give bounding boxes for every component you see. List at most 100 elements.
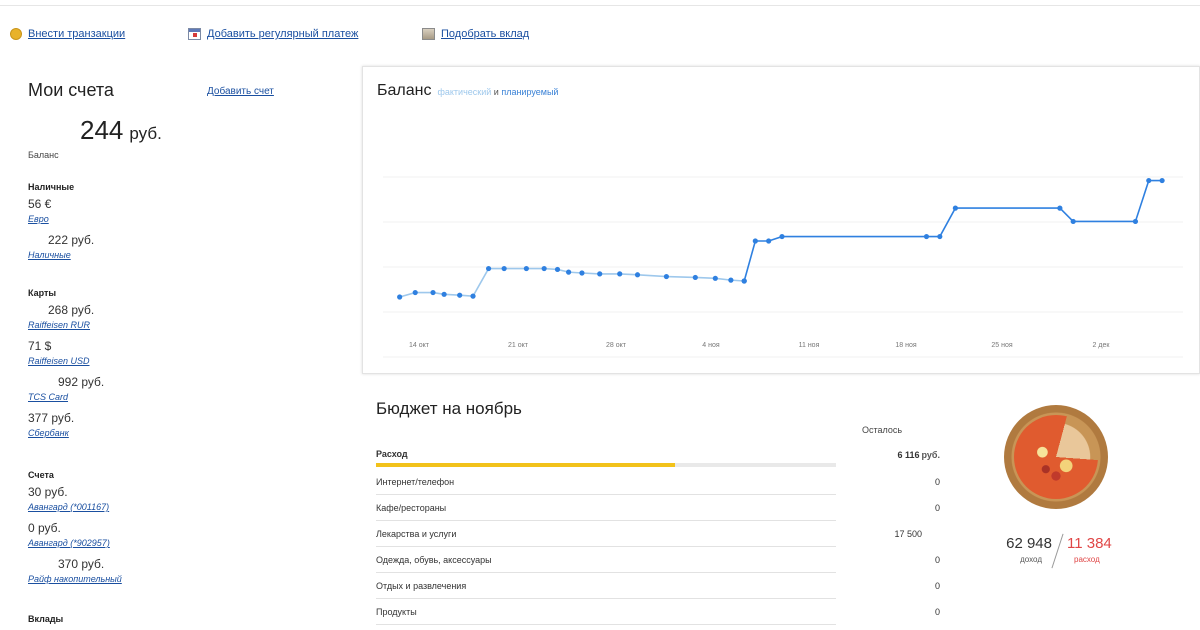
group-accounts: Счета 30 руб. Авангард (*001167) 0 руб. …	[28, 470, 328, 592]
data-point[interactable]	[712, 275, 718, 281]
pick-deposit-link[interactable]: Подобрать вклад	[441, 28, 529, 40]
x-tick-label: 11 ноя	[799, 342, 820, 349]
legend-actual[interactable]: фактический	[437, 87, 491, 97]
group-deposits: Вклады	[28, 614, 328, 628]
account-value: 222 руб.	[48, 233, 95, 247]
account-value: 0 руб.	[28, 521, 61, 535]
add-account-link[interactable]: Добавить счет	[207, 86, 274, 97]
data-point[interactable]	[1159, 177, 1165, 184]
data-point[interactable]	[397, 294, 403, 300]
budget-row[interactable]: Продукты	[376, 599, 836, 625]
x-tick-label: 4 ноя	[702, 342, 720, 349]
balance-chart-title: Баланс фактический и планируемый	[377, 82, 558, 100]
data-point[interactable]	[470, 293, 476, 299]
budget-row-value: 0	[934, 477, 940, 487]
data-point[interactable]	[597, 271, 603, 277]
data-point[interactable]	[566, 269, 572, 275]
data-point[interactable]	[741, 278, 747, 284]
account-value: 71 $	[28, 339, 52, 353]
data-point[interactable]	[923, 233, 930, 240]
add-regular-payment-link[interactable]: Добавить регулярный платеж	[207, 28, 358, 40]
data-point[interactable]	[501, 265, 507, 272]
account-link[interactable]: Raiffeisen USD	[28, 354, 328, 374]
budget-row[interactable]: Отдых и развлечения	[376, 573, 836, 599]
balance-chart: 14 окт 21 окт 28 окт 4 ноя 11 ноя 18 ноя 25 но…	[383, 176, 1183, 358]
accounts-title: Мои счета	[28, 80, 114, 100]
budget-row-label: Лекарства и услуги	[376, 529, 457, 539]
budget-row-label: Продукты	[376, 607, 417, 617]
data-point[interactable]	[766, 238, 772, 244]
legend-planned[interactable]: планируемый	[501, 87, 558, 97]
account-link[interactable]: Райф накопительный	[28, 572, 328, 592]
coin-icon	[10, 28, 22, 40]
data-point[interactable]	[554, 266, 561, 273]
account-link[interactable]: TCS Card	[28, 390, 328, 410]
balance-chart-panel: 14 окт 21 окт 28 окт 4 ноя 11 ноя 18 ноя 25 но…	[362, 66, 1200, 374]
data-point[interactable]	[1070, 218, 1076, 225]
data-point[interactable]	[457, 292, 463, 298]
group-cash: Наличные 56 € Евро 222 руб. Наличные	[28, 182, 328, 268]
data-point[interactable]	[779, 233, 785, 240]
series-line-planned	[743, 179, 1163, 282]
data-point[interactable]	[579, 270, 585, 276]
data-point[interactable]	[752, 238, 758, 244]
x-tick-label: 2 дек	[1093, 342, 1111, 349]
data-point[interactable]	[634, 272, 641, 278]
pick-deposit-action[interactable]: Подобрать вклад	[422, 28, 529, 40]
data-point[interactable]	[952, 205, 958, 211]
account-link[interactable]: Авангард (*902957)	[28, 536, 328, 556]
data-point[interactable]	[728, 277, 734, 283]
data-point[interactable]	[663, 273, 670, 280]
account-link[interactable]: Наличные	[28, 248, 328, 268]
group-header: Карты	[28, 288, 57, 298]
data-point[interactable]	[523, 265, 529, 272]
data-point[interactable]	[441, 291, 447, 297]
budget-row-value: 0	[934, 581, 940, 591]
data-point[interactable]	[1057, 205, 1063, 211]
account-link[interactable]: Евро	[28, 212, 328, 232]
x-tick-label: 14 окт	[409, 342, 430, 349]
data-point[interactable]	[430, 289, 436, 296]
group-header: Вклады	[28, 614, 64, 624]
data-point[interactable]	[617, 271, 623, 277]
budget-row[interactable]: Кафе/рестораны	[376, 495, 836, 521]
budget-row-value: 0	[934, 607, 940, 617]
calendar-icon	[188, 28, 201, 40]
account-link[interactable]: Авангард (*001167)	[28, 500, 328, 520]
data-point[interactable]	[1146, 177, 1152, 184]
spend-progress-bar	[376, 463, 836, 467]
top-divider	[0, 0, 1200, 6]
group-header: Счета	[28, 470, 54, 480]
expense-value: 11 384	[1067, 535, 1112, 552]
accounts-sidebar: Мои счета Добавить счет 244 руб. Баланс Н…	[0, 70, 350, 630]
data-point[interactable]	[692, 274, 698, 281]
budget-row-value: 0	[934, 503, 940, 513]
budget-row-label: Расход	[376, 449, 408, 459]
budget-row[interactable]: Интернет/телефон	[376, 469, 836, 495]
x-tick-label: 25 ноя	[991, 342, 1012, 349]
budget-row-label: Кафе/рестораны	[376, 503, 447, 513]
data-point[interactable]	[937, 233, 943, 240]
data-point[interactable]	[541, 265, 547, 272]
budget-row-label: Интернет/телефон	[376, 477, 455, 487]
account-value: 992 руб.	[58, 375, 105, 389]
budget-row[interactable]: Лекарства и услуги	[376, 521, 836, 547]
total-balance-currency: руб.	[129, 124, 162, 143]
add-regular-payment-action[interactable]: Добавить регулярный платеж	[188, 28, 358, 40]
account-link[interactable]: Сбербанк	[28, 426, 328, 446]
account-value: 268 руб.	[48, 303, 95, 317]
budget-row-value: 17 500	[894, 529, 922, 539]
series-line-actual	[399, 267, 745, 298]
budget-row[interactable]: Одежда, обувь, аксессуары	[376, 547, 836, 573]
total-balance-label: Баланс	[28, 150, 59, 160]
data-point[interactable]	[485, 265, 492, 272]
enter-transactions-link[interactable]: Внести транзакции	[28, 28, 125, 40]
account-link[interactable]: Raiffeisen RUR	[28, 318, 328, 338]
account-value: 377 руб.	[28, 411, 75, 425]
data-point[interactable]	[1132, 218, 1139, 225]
enter-transactions-action[interactable]: Внести транзакции	[10, 28, 125, 40]
budget-title: Бюджет на ноябрь	[376, 399, 522, 418]
x-tick-label: 21 окт	[508, 342, 529, 349]
data-point[interactable]	[412, 289, 418, 296]
account-value: 370 руб.	[58, 557, 105, 571]
